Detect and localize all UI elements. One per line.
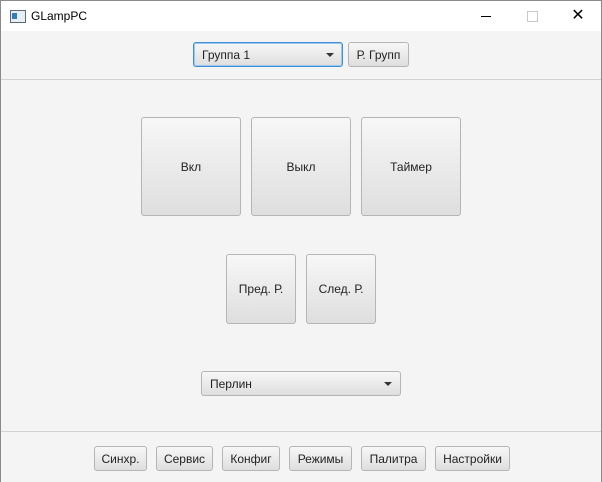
palette-button[interactable]: Палитра <box>361 446 426 471</box>
off-button[interactable]: Выкл <box>251 117 351 216</box>
service-button[interactable]: Сервис <box>156 446 213 471</box>
edit-groups-button[interactable]: Р. Групп <box>348 42 409 67</box>
app-icon <box>10 10 26 23</box>
chevron-down-icon <box>326 53 334 57</box>
title-bar[interactable]: GLampPC ✕ <box>1 1 601 31</box>
maximize-button[interactable] <box>509 1 555 31</box>
mode-select[interactable]: Перлин <box>201 371 401 396</box>
previous-mode-button[interactable]: Пред. Р. <box>226 254 296 324</box>
on-button[interactable]: Вкл <box>141 117 241 216</box>
chevron-down-icon <box>384 382 392 386</box>
bottom-toolbar: Синхр. Сервис Конфиг Режимы Палитра Наст… <box>1 431 601 482</box>
close-icon: ✕ <box>571 7 585 24</box>
next-mode-button[interactable]: След. Р. <box>306 254 376 324</box>
settings-button[interactable]: Настройки <box>435 446 510 471</box>
window-title: GLampPC <box>31 9 88 23</box>
config-button[interactable]: Конфиг <box>222 446 280 471</box>
timer-button[interactable]: Таймер <box>361 117 461 216</box>
maximize-icon <box>526 10 538 22</box>
close-button[interactable]: ✕ <box>555 1 601 31</box>
sync-button[interactable]: Синхр. <box>94 446 147 471</box>
group-select[interactable]: Группа 1 <box>193 42 343 67</box>
minimize-icon <box>481 15 491 17</box>
group-toolbar: Группа 1 Р. Групп <box>1 31 601 80</box>
group-select-value: Группа 1 <box>202 48 251 62</box>
modes-button[interactable]: Режимы <box>289 446 352 471</box>
app-window: GLampPC ✕ Группа 1 Р. Групп Вкл Выкл Тай… <box>0 0 602 482</box>
minimize-button[interactable] <box>463 1 509 31</box>
mode-select-value: Перлин <box>210 377 252 391</box>
